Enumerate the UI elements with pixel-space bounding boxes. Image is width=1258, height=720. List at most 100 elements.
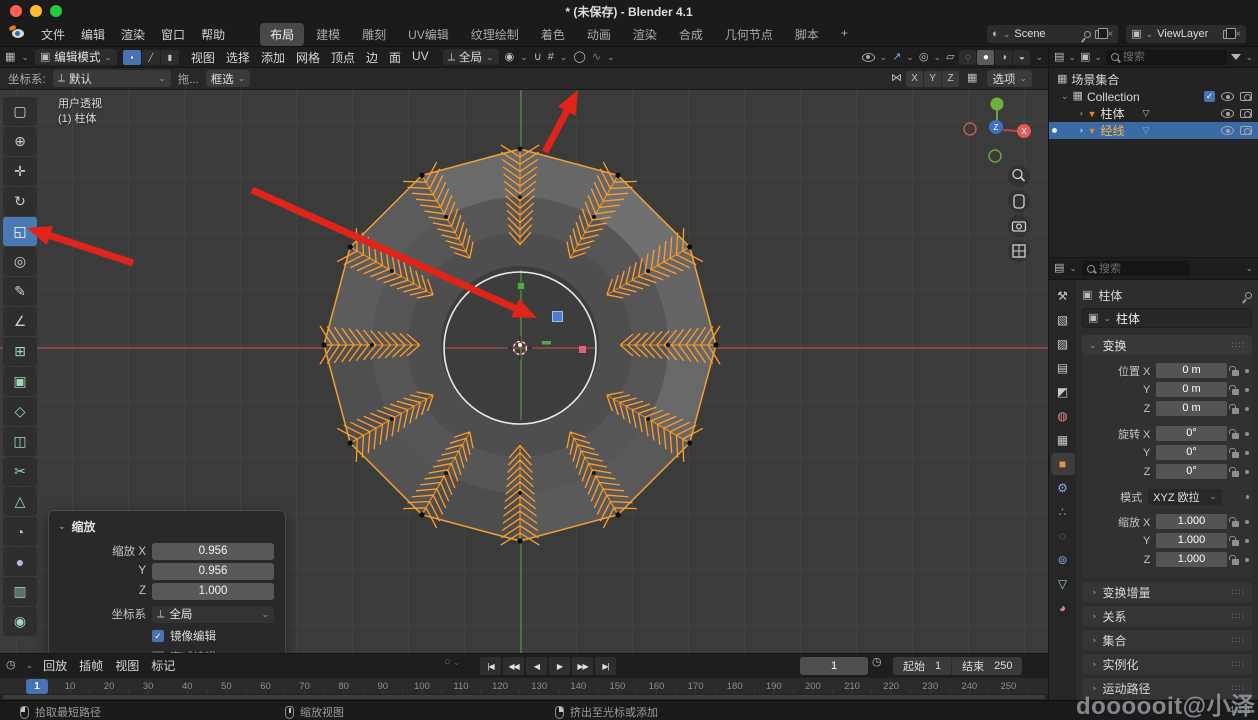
snap-magnet-icon[interactable]: ∪: [534, 52, 542, 63]
tool-scale[interactable]: ◱: [3, 217, 37, 246]
animate-dot[interactable]: [1245, 520, 1249, 524]
tool-shrink-fatten[interactable]: ◉: [3, 607, 37, 636]
hide-eye-icon[interactable]: [1221, 109, 1234, 118]
tool-annotate[interactable]: ✎: [3, 277, 37, 306]
animate-dot[interactable]: [1245, 432, 1249, 436]
play-button[interactable]: ▶: [549, 657, 570, 675]
op-field-value[interactable]: 0.956: [152, 543, 274, 560]
properties-tab-data[interactable]: ▽: [1051, 573, 1075, 595]
animate-dot[interactable]: [1245, 369, 1249, 373]
face-select-button[interactable]: ▮: [161, 50, 179, 65]
workspace-tab-UV编辑[interactable]: UV编辑: [398, 23, 459, 46]
rotation-mode-dropdown[interactable]: XYZ 欧拉 ⌄: [1148, 489, 1222, 505]
hide-eye-icon[interactable]: [1221, 126, 1234, 135]
tool-spin[interactable]: ◔: [3, 517, 37, 546]
tool-extrude-region[interactable]: ⊞: [3, 337, 37, 366]
viewport-3d[interactable]: ZX 用户透视 (1) 柱体 ▢⊕✛↻◱◎✎∠⊞▣◇◫✂△◔●▥◉ ⌄ 缩放 缩…: [0, 90, 1048, 653]
location-value-field[interactable]: 0 m: [1156, 382, 1226, 397]
properties-tab-collection[interactable]: ▦: [1051, 429, 1075, 451]
expand-icon[interactable]: ⌄: [1061, 92, 1069, 101]
location-value-field[interactable]: 0 m: [1156, 401, 1226, 416]
copy-icon[interactable]: [1223, 30, 1231, 39]
shading-rendered-button[interactable]: ◒: [1013, 50, 1030, 65]
animate-dot[interactable]: [1245, 407, 1249, 411]
viewport-menu-边[interactable]: 边: [366, 49, 378, 66]
workspace-tab-渲染[interactable]: 渲染: [623, 23, 667, 46]
shading-solid-button[interactable]: ●: [977, 50, 994, 65]
gizmos-icon[interactable]: ↗: [892, 52, 901, 63]
orientation-dropdown[interactable]: ⟂ 全局 ⌄: [443, 49, 499, 65]
animate-dot[interactable]: [1245, 558, 1249, 562]
object-name-field[interactable]: ▣ ⌄ 柱体: [1082, 308, 1252, 328]
preview-range-clock-icon[interactable]: ◷: [872, 657, 882, 668]
properties-tab-output[interactable]: ▨: [1051, 333, 1075, 355]
workspace-tab-布局[interactable]: 布局: [260, 23, 304, 46]
panel-集合[interactable]: ⌄集合∷∷: [1082, 630, 1252, 651]
properties-tab-scene[interactable]: ◩: [1051, 381, 1075, 403]
render-camera-icon[interactable]: [1240, 109, 1252, 118]
current-frame-field[interactable]: 1: [800, 657, 868, 675]
viewport-menu-UV[interactable]: UV: [412, 49, 429, 66]
menubar-item-渲染[interactable]: 渲染: [114, 24, 152, 45]
scene-collection-row[interactable]: ▦ 场景集合: [1049, 71, 1258, 88]
op-orientation-dropdown[interactable]: ⟂ 全局 ⌄: [152, 606, 274, 623]
jump-to-end-button[interactable]: ▶|: [595, 657, 616, 675]
workspace-tab-动画[interactable]: 动画: [577, 23, 621, 46]
scene-selector[interactable]: ◐ ⌄ Scene ×: [987, 25, 1118, 43]
pivot-point-icon[interactable]: ◉: [505, 52, 515, 63]
tool-inset-faces[interactable]: ▣: [3, 367, 37, 396]
lock-icon[interactable]: [1232, 408, 1240, 414]
lock-icon[interactable]: [1232, 389, 1240, 395]
tool-measure[interactable]: ∠: [3, 307, 37, 336]
outliner-filter-image-icon[interactable]: ▣: [1080, 52, 1090, 63]
workspace-tab-+[interactable]: +: [831, 23, 858, 46]
scale-value-field[interactable]: 1.000: [1156, 533, 1226, 548]
tool-rotate[interactable]: ↻: [3, 187, 37, 216]
location-value-field[interactable]: 0 m: [1156, 363, 1226, 378]
outliner-search[interactable]: [1106, 50, 1228, 65]
lock-icon[interactable]: [1232, 452, 1240, 458]
pin-icon[interactable]: [1083, 29, 1093, 39]
scale-value-field[interactable]: 1.000: [1156, 552, 1226, 567]
drag-mode-dropdown[interactable]: 框选 ⌄: [206, 70, 251, 87]
workspace-tab-纹理绘制[interactable]: 纹理绘制: [461, 23, 529, 46]
tool-edge-slide[interactable]: ▥: [3, 577, 37, 606]
operator-panel[interactable]: ⌄ 缩放 缩放 X0.956Y0.956Z1.000 坐标系 ⟂ 全局 ⌄ ✓ …: [48, 510, 286, 653]
pin-icon[interactable]: [1244, 290, 1254, 300]
tool-smooth[interactable]: ●: [3, 547, 37, 576]
outliner-search-input[interactable]: [1123, 51, 1223, 63]
collection-checkbox[interactable]: ✓: [1204, 91, 1215, 102]
playhead[interactable]: 1: [26, 679, 48, 694]
end-frame-field[interactable]: 结束 250: [951, 657, 1022, 675]
lock-icon[interactable]: [1232, 433, 1240, 439]
viewlayer-selector[interactable]: ▣ ⌄ ViewLayer ×: [1126, 25, 1246, 43]
viewport-menu-面[interactable]: 面: [389, 49, 401, 66]
viewport-menu-顶点[interactable]: 顶点: [331, 49, 355, 66]
snap-with-icon[interactable]: #: [548, 52, 554, 63]
tool-loop-cut[interactable]: ◫: [3, 427, 37, 456]
shading-wireframe-button[interactable]: ◌: [959, 50, 976, 65]
delta-transform-panel[interactable]: ⌄ 变换增量 ∷∷: [1082, 582, 1252, 603]
lock-icon[interactable]: [1232, 370, 1240, 376]
workspace-tab-雕刻[interactable]: 雕刻: [352, 23, 396, 46]
properties-tab-constraints[interactable]: ⊚: [1051, 549, 1075, 571]
scrollbar-thumb[interactable]: [3, 695, 1045, 699]
rotation-value-field[interactable]: 0°: [1156, 445, 1226, 460]
object-row-cylinder[interactable]: ⌄ ▼ 柱体 ▽: [1049, 105, 1258, 122]
animate-dot[interactable]: [1245, 539, 1249, 543]
animate-dot[interactable]: [1245, 451, 1249, 455]
prev-keyframe-button[interactable]: ◀◀: [503, 657, 524, 675]
snap-grid-icon[interactable]: ▦: [967, 73, 977, 84]
mode-dropdown[interactable]: ▣ 编辑模式 ⌄: [35, 49, 117, 65]
autokey-icon[interactable]: ○: [444, 657, 451, 668]
properties-tab-particles[interactable]: ∴: [1051, 501, 1075, 523]
menubar-item-帮助[interactable]: 帮助: [194, 24, 232, 45]
timeline-editor-icon[interactable]: ◷: [6, 660, 16, 671]
mirror-z-button[interactable]: Z: [942, 71, 959, 87]
proportional-edit-icon[interactable]: ◯: [573, 52, 585, 63]
viewport-menu-添加[interactable]: 添加: [261, 49, 285, 66]
panel-关系[interactable]: ⌄关系∷∷: [1082, 606, 1252, 627]
menubar-item-编辑[interactable]: 编辑: [74, 24, 112, 45]
close-icon[interactable]: ×: [1235, 29, 1241, 40]
properties-editor-icon[interactable]: ▤: [1054, 263, 1064, 274]
